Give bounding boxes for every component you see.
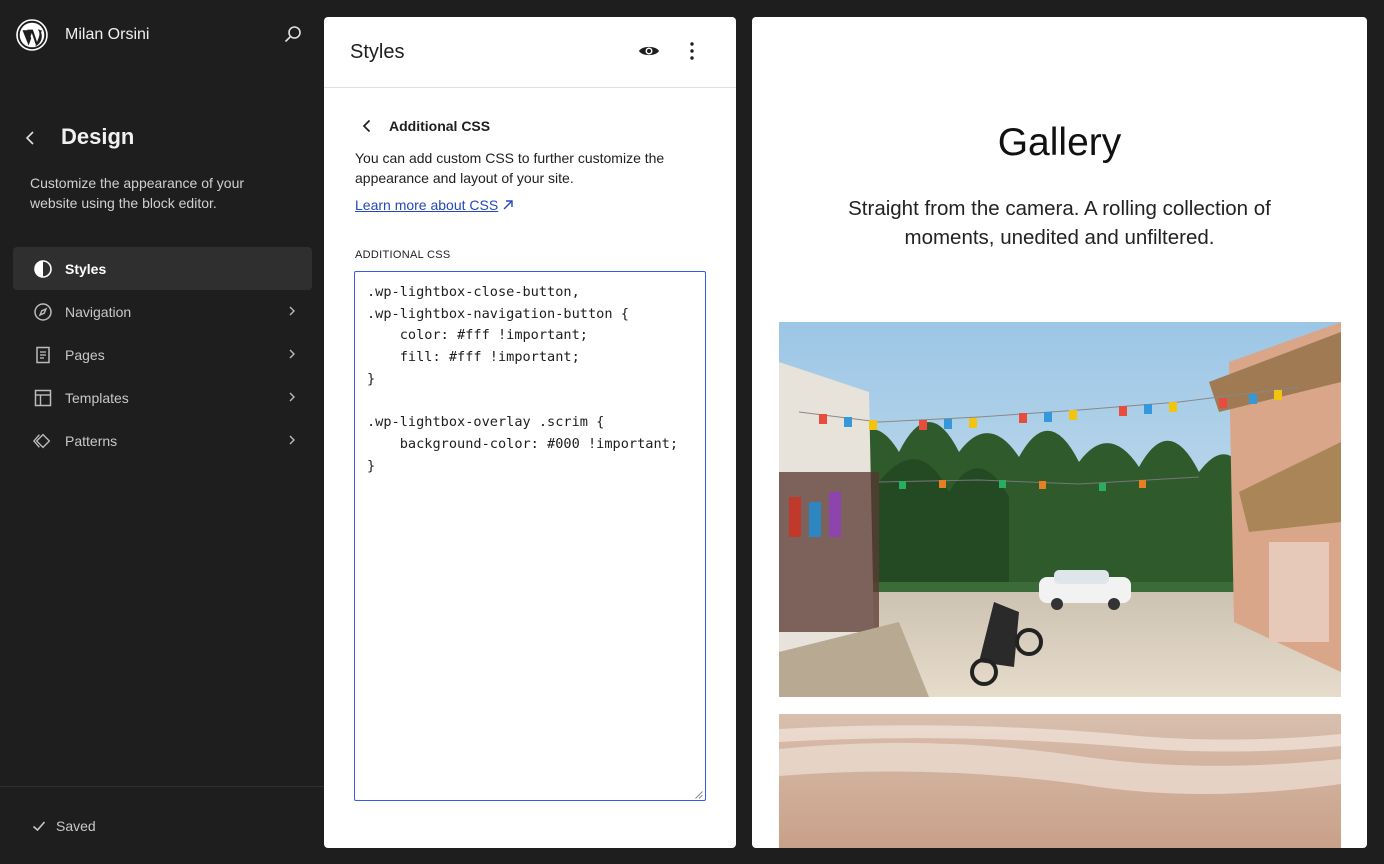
external-link-icon xyxy=(503,200,513,210)
sidebar: Milan Orsini Design Customize the appear… xyxy=(0,0,324,864)
sidebar-nav: Styles Navigation Pages Templates Patter… xyxy=(13,247,312,462)
sidebar-item-navigation[interactable]: Navigation xyxy=(13,290,312,333)
preview-title: Gallery xyxy=(997,121,1122,164)
search-icon[interactable] xyxy=(282,24,304,46)
half-circle-icon xyxy=(33,259,53,279)
sidebar-item-templates[interactable]: Templates xyxy=(13,376,312,419)
learn-more-label: Learn more about CSS xyxy=(355,197,499,213)
chevron-right-icon xyxy=(289,306,295,316)
section-description: You can add custom CSS to further custom… xyxy=(355,150,665,186)
back-arrow-icon[interactable] xyxy=(358,117,376,135)
street-photo xyxy=(779,322,1341,697)
site-header: Milan Orsini xyxy=(16,18,308,52)
resize-handle-icon[interactable] xyxy=(695,791,703,799)
site-preview[interactable]: Gallery Straight from the camera. A roll… xyxy=(752,17,1367,848)
page-description: Customize the appearance of your website… xyxy=(30,175,245,211)
chevron-right-icon xyxy=(289,349,295,359)
more-vertical-icon[interactable] xyxy=(682,39,702,63)
sidebar-item-label: Styles xyxy=(65,260,107,277)
eye-icon[interactable] xyxy=(637,41,661,61)
css-field-label: ADDITIONAL CSS xyxy=(355,249,451,261)
sidebar-item-label: Patterns xyxy=(65,432,118,449)
back-arrow-icon[interactable] xyxy=(20,128,40,148)
sidebar-item-patterns[interactable]: Patterns xyxy=(13,419,312,462)
wordpress-logo-icon[interactable] xyxy=(16,19,48,51)
preview-subtitle: Straight from the camera. A rolling coll… xyxy=(848,197,1271,249)
beach-photo xyxy=(779,714,1341,848)
page-icon xyxy=(33,345,53,365)
section-header: Additional CSS xyxy=(358,117,490,135)
save-status-label: Saved xyxy=(56,818,96,834)
save-status: Saved xyxy=(31,818,96,834)
section-title: Additional CSS xyxy=(389,118,491,134)
sidebar-item-pages[interactable]: Pages xyxy=(13,333,312,376)
site-name[interactable]: Milan Orsini xyxy=(65,26,149,44)
panel-header: Styles xyxy=(324,17,736,88)
site-editor: Milan Orsini Design Customize the appear… xyxy=(0,0,1384,864)
chevron-right-icon xyxy=(289,435,295,445)
sidebar-footer: Saved xyxy=(0,786,324,864)
css-editor[interactable]: .wp-lightbox-close-button, .wp-lightbox-… xyxy=(354,271,706,801)
page-title: Design xyxy=(61,124,135,149)
sidebar-item-label: Navigation xyxy=(65,303,132,320)
check-icon xyxy=(32,821,46,832)
sidebar-item-styles[interactable]: Styles xyxy=(13,247,312,290)
sidebar-item-label: Templates xyxy=(65,389,129,406)
symbol-icon xyxy=(33,431,53,451)
layout-icon xyxy=(33,388,53,408)
learn-more-link[interactable]: Learn more about CSS xyxy=(355,197,514,213)
styles-panel: Styles Additional CSS You can add custom… xyxy=(324,17,736,848)
chevron-right-icon xyxy=(289,392,295,402)
panel-title: Styles xyxy=(350,40,405,63)
sidebar-item-label: Pages xyxy=(65,346,105,363)
compass-icon xyxy=(33,302,53,322)
